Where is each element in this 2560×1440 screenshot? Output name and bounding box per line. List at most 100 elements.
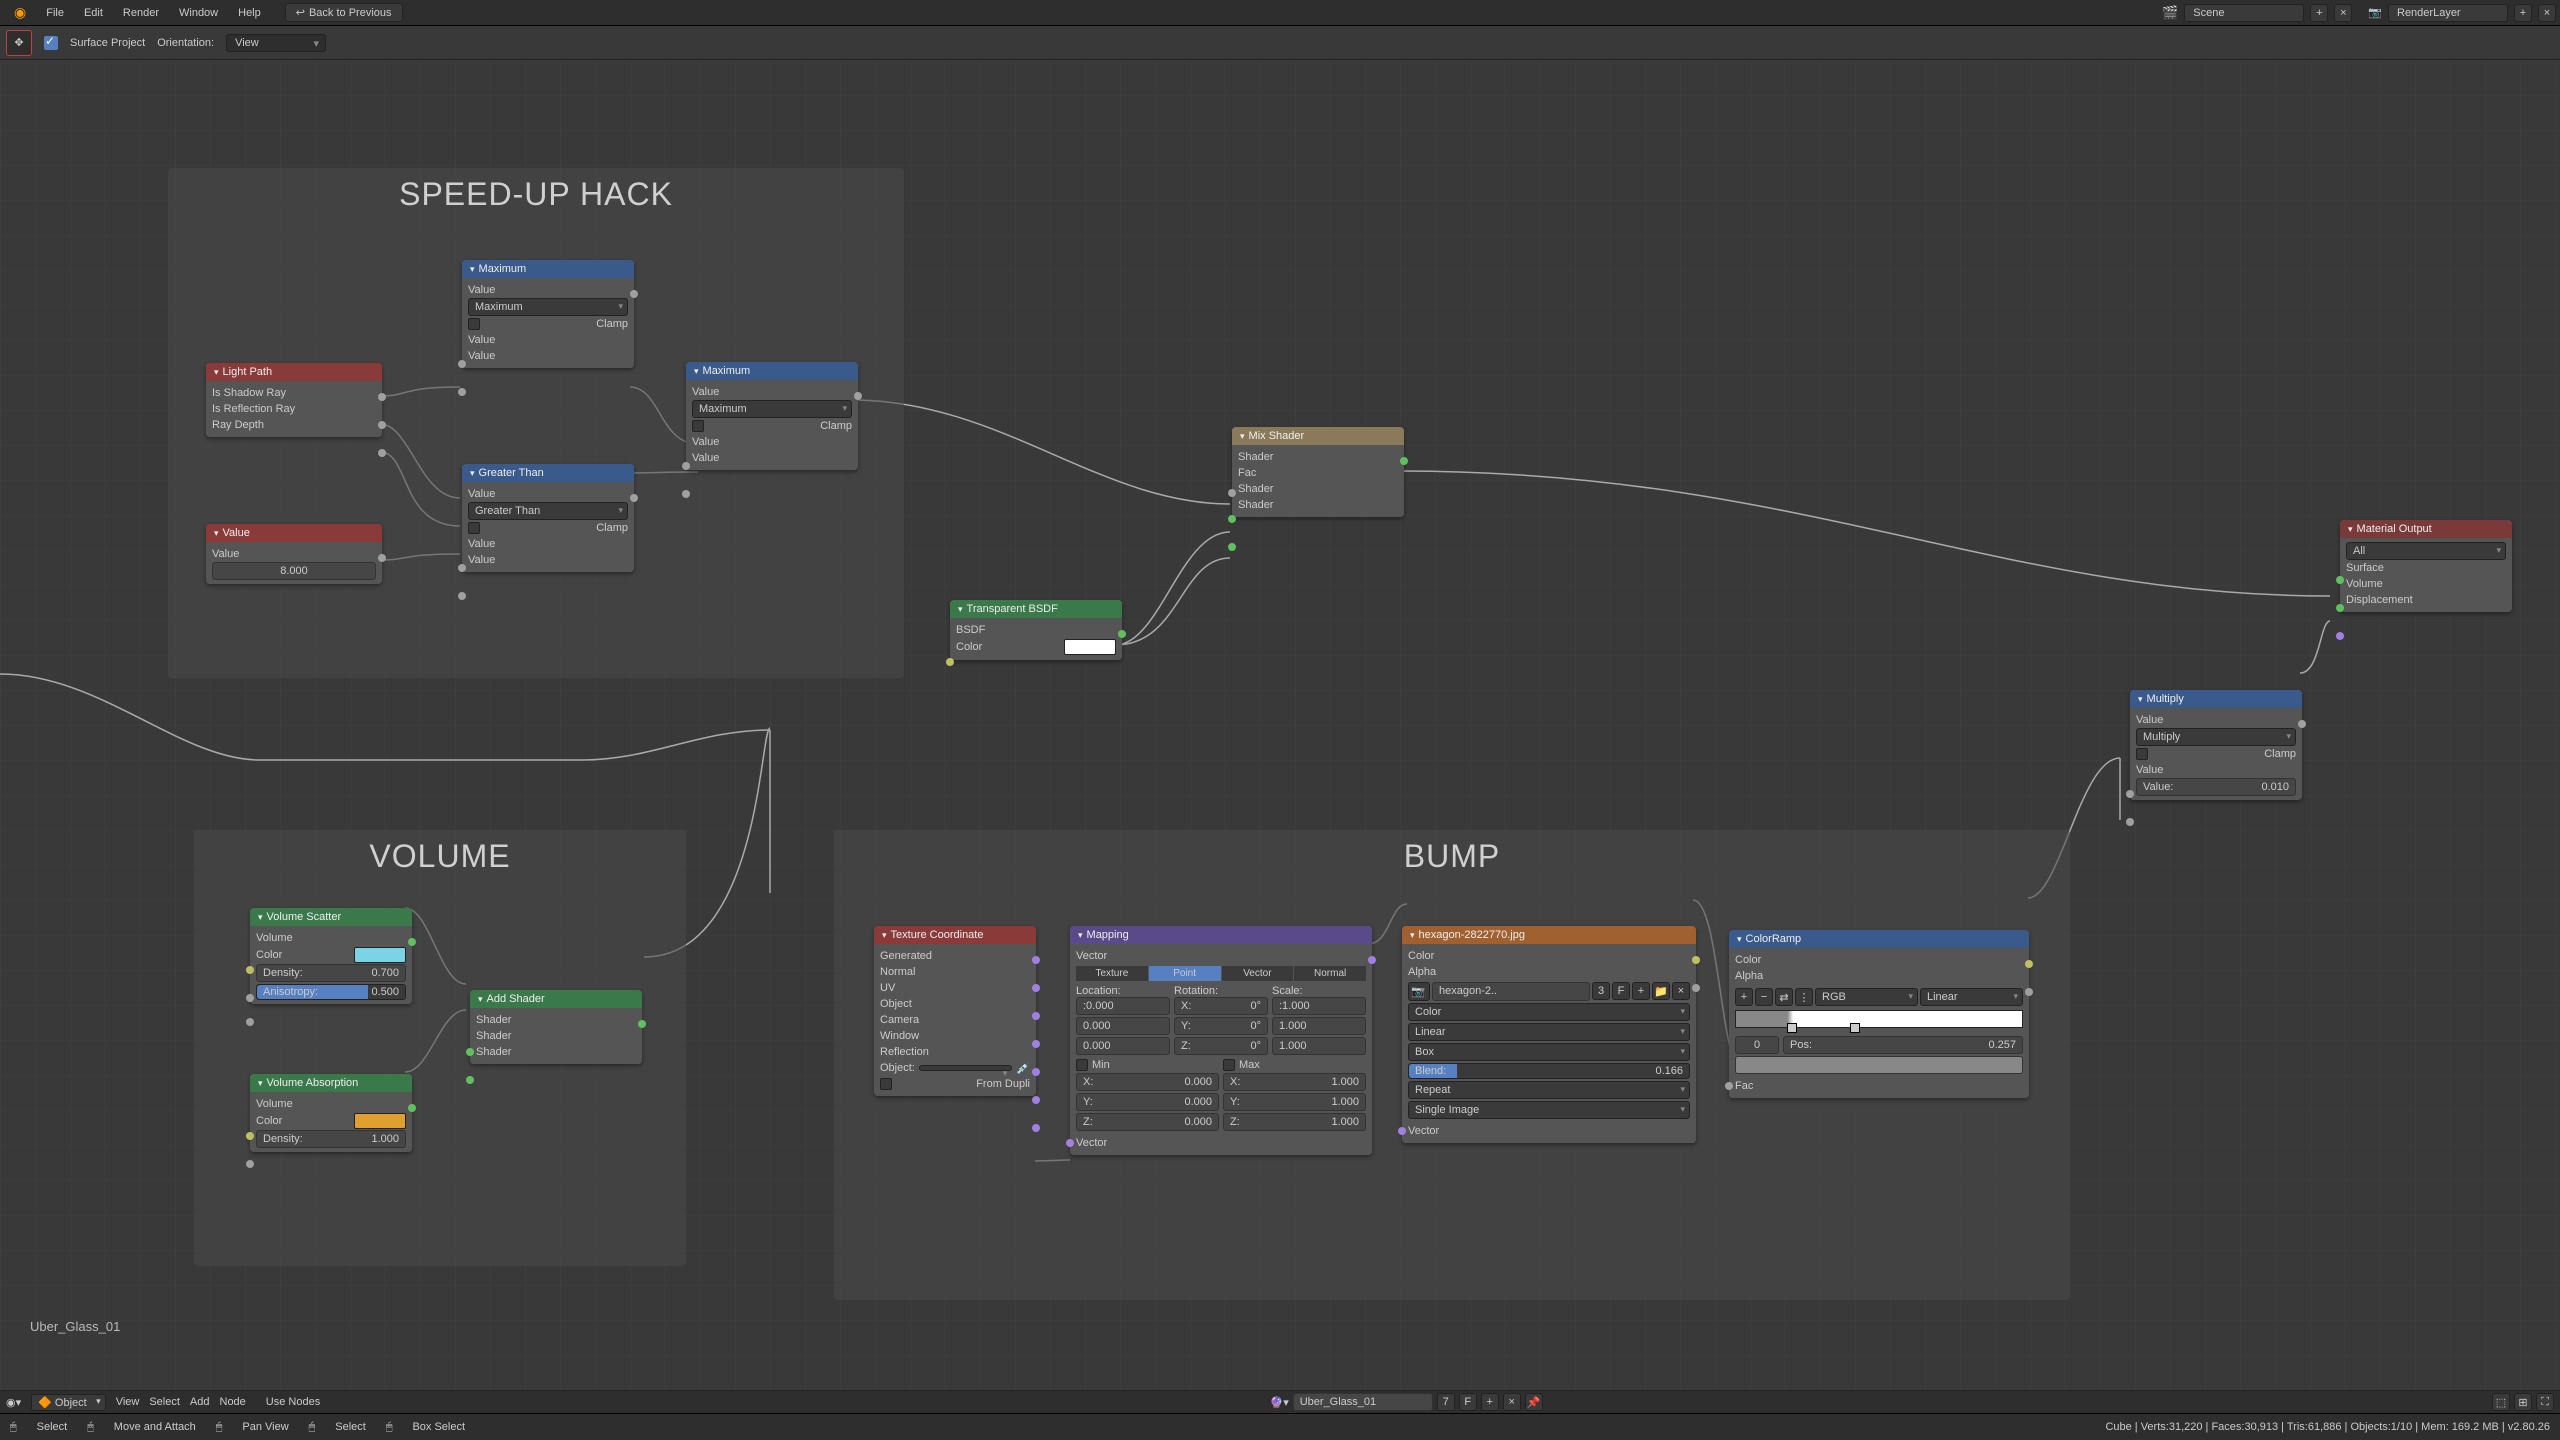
new-image-button[interactable]: +	[1632, 982, 1650, 1000]
node-maximum-2[interactable]: Maximum Value Maximum Clamp Value Value	[686, 362, 858, 470]
clamp-checkbox[interactable]	[468, 318, 480, 330]
node-light-path[interactable]: Light Path Is Shadow Ray Is Reflection R…	[206, 363, 382, 437]
node-transparent-bsdf[interactable]: Transparent BSDF BSDF Color	[950, 600, 1122, 660]
extension-dropdown[interactable]: Repeat	[1408, 1081, 1690, 1099]
node-header[interactable]: Light Path	[206, 363, 382, 381]
add-material-button[interactable]: +	[1481, 1393, 1499, 1411]
rot-z[interactable]: Z:0°	[1174, 1037, 1268, 1055]
blend-slider[interactable]: Blend:0.166	[1408, 1063, 1690, 1079]
color-swatch[interactable]	[354, 1113, 406, 1129]
material-users[interactable]: 7	[1437, 1393, 1455, 1411]
projection-dropdown[interactable]: Box	[1408, 1043, 1690, 1061]
min-y[interactable]: Y:0.000	[1076, 1093, 1219, 1111]
header-select[interactable]: Select	[149, 1396, 180, 1408]
rot-y[interactable]: Y:0°	[1174, 1017, 1268, 1035]
from-dupli-checkbox[interactable]	[880, 1078, 892, 1090]
node-header[interactable]: Value	[206, 524, 382, 542]
node-header[interactable]: Mix Shader	[1232, 427, 1404, 445]
node-volume-scatter[interactable]: Volume Scatter Volume Color Density:0.70…	[250, 908, 412, 1004]
menu-file[interactable]: File	[36, 7, 74, 19]
node-value[interactable]: Value Value 8.000	[206, 524, 382, 584]
clamp-checkbox[interactable]	[2136, 748, 2148, 760]
node-header[interactable]: Multiply	[2130, 690, 2302, 708]
add-stop-button[interactable]: +	[1735, 988, 1753, 1006]
snap-icon[interactable]: ⬚	[2492, 1393, 2510, 1411]
colorramp-gradient[interactable]	[1735, 1010, 2023, 1028]
tab-normal[interactable]: Normal	[1294, 966, 1366, 981]
header-node[interactable]: Node	[220, 1396, 246, 1408]
pin-icon[interactable]: 📌	[1525, 1393, 1543, 1411]
density-field[interactable]: Density:0.700	[256, 964, 406, 982]
renderlayer-field[interactable]: RenderLayer	[2388, 4, 2508, 22]
scale-x[interactable]: :1.000	[1272, 997, 1366, 1015]
node-header[interactable]: Greater Than	[462, 464, 634, 482]
fake-user-button[interactable]: F	[1459, 1393, 1477, 1411]
node-header[interactable]: hexagon-2822770.jpg	[1402, 926, 1696, 944]
value-field[interactable]: Value:0.010	[2136, 778, 2296, 796]
cursor-tool-icon[interactable]: ✥	[6, 30, 32, 56]
material-name-field[interactable]: Uber_Glass_01	[1293, 1393, 1433, 1411]
node-header[interactable]: Maximum	[462, 260, 634, 278]
image-browse-icon[interactable]: 📷	[1408, 982, 1430, 1001]
remove-stop-button[interactable]: −	[1755, 988, 1773, 1006]
blender-icon[interactable]: ◉	[4, 4, 36, 21]
node-header[interactable]: Volume Absorption	[250, 1074, 412, 1092]
value-field[interactable]: 8.000	[212, 562, 376, 580]
node-material-output[interactable]: Material Output All Surface Volume Displ…	[2340, 520, 2512, 612]
node-header[interactable]: Volume Scatter	[250, 908, 412, 926]
clamp-checkbox[interactable]	[468, 522, 480, 534]
color-swatch[interactable]	[354, 947, 406, 963]
tab-texture[interactable]: Texture	[1076, 966, 1148, 981]
scale-z[interactable]: 1.000	[1272, 1037, 1366, 1055]
min-z[interactable]: Z:0.000	[1076, 1113, 1219, 1131]
tools-icon[interactable]: ⋮	[1795, 988, 1813, 1006]
mapping-type-tabs[interactable]: Texture Point Vector Normal	[1076, 966, 1366, 981]
scene-delete-button[interactable]: ×	[2334, 4, 2352, 22]
max-z[interactable]: Z:1.000	[1223, 1113, 1366, 1131]
max-checkbox[interactable]	[1223, 1059, 1235, 1071]
node-add-shader[interactable]: Add Shader Shader Shader Shader	[470, 990, 642, 1064]
min-checkbox[interactable]	[1076, 1059, 1088, 1071]
eyedropper-icon[interactable]: 💉	[1016, 1062, 1030, 1075]
colorspace-dropdown[interactable]: Color	[1408, 1003, 1690, 1021]
density-field[interactable]: Density:1.000	[256, 1130, 406, 1148]
node-header[interactable]: Mapping	[1070, 926, 1372, 944]
max-x[interactable]: X:1.000	[1223, 1073, 1366, 1091]
ramp-stop-0[interactable]	[1787, 1023, 1797, 1033]
back-to-previous-button[interactable]: ↩ Back to Previous	[285, 3, 403, 22]
min-x[interactable]: X:0.000	[1076, 1073, 1219, 1091]
overlay-icon[interactable]: ⊞	[2514, 1393, 2532, 1411]
loc-y[interactable]: 0.000	[1076, 1017, 1170, 1035]
node-mapping[interactable]: Mapping Vector Texture Point Vector Norm…	[1070, 926, 1372, 1155]
menu-window[interactable]: Window	[169, 7, 228, 19]
ramp-stop-1[interactable]	[1850, 1023, 1860, 1033]
node-colorramp[interactable]: ColorRamp Color Alpha + − ⇄ ⋮ RGB Linear…	[1729, 930, 2029, 1098]
menu-render[interactable]: Render	[113, 7, 169, 19]
node-image-texture[interactable]: hexagon-2822770.jpg Color Alpha 📷 hexago…	[1402, 926, 1696, 1143]
node-header[interactable]: Material Output	[2340, 520, 2512, 538]
interpolation-dropdown[interactable]: Linear	[1920, 988, 2023, 1006]
users-count[interactable]: 3	[1592, 982, 1610, 1000]
interpolation-dropdown[interactable]: Linear	[1408, 1023, 1690, 1041]
node-header[interactable]: Texture Coordinate	[874, 926, 1036, 944]
node-header[interactable]: Transparent BSDF	[950, 600, 1122, 618]
tab-point[interactable]: Point	[1149, 966, 1221, 981]
unlink-image-button[interactable]: ×	[1672, 982, 1690, 1000]
max-y[interactable]: Y:1.000	[1223, 1093, 1366, 1111]
header-view[interactable]: View	[116, 1396, 140, 1408]
loc-z[interactable]: 0.000	[1076, 1037, 1170, 1055]
node-greater-than[interactable]: Greater Than Value Greater Than Clamp Va…	[462, 464, 634, 572]
material-icon[interactable]: 🔮▾	[1270, 1396, 1289, 1409]
object-mode-dropdown[interactable]: 🔶 Object	[31, 1394, 106, 1411]
node-header[interactable]: ColorRamp	[1729, 930, 2029, 948]
menu-help[interactable]: Help	[228, 7, 271, 19]
node-maximum-1[interactable]: Maximum Value Maximum Clamp Value Value	[462, 260, 634, 368]
tab-vector[interactable]: Vector	[1222, 966, 1294, 981]
editor-type-icon[interactable]: ◉▾	[6, 1396, 21, 1409]
renderlayer-delete-button[interactable]: ×	[2538, 4, 2556, 22]
stop-color-swatch[interactable]	[1735, 1056, 2023, 1074]
flip-icon[interactable]: ⇄	[1775, 988, 1793, 1006]
rot-x[interactable]: X:0°	[1174, 997, 1268, 1015]
node-mix-shader[interactable]: Mix Shader Shader Fac Shader Shader	[1232, 427, 1404, 517]
pos-field[interactable]: Pos:0.257	[1783, 1036, 2023, 1054]
